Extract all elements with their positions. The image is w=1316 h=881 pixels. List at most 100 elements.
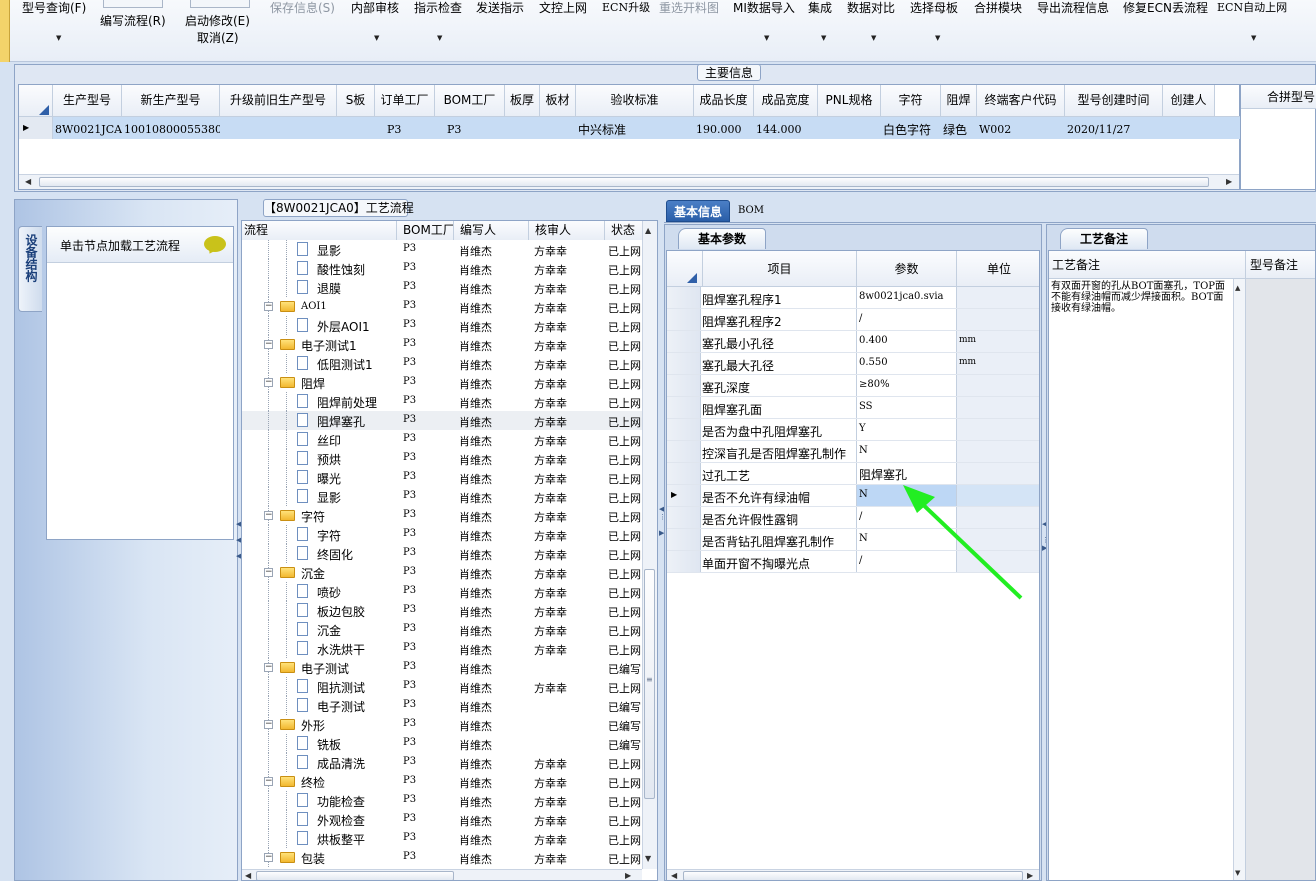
param-row[interactable]: 塞孔最大孔径 0.550 mm <box>667 353 1039 375</box>
main-col-11[interactable]: PNL规格 <box>818 85 881 116</box>
toolbar-btn-15[interactable]: 导出流程信息 <box>1037 1 1109 15</box>
flow-row[interactable]: 酸性蚀刻 P3 肖维杰 方幸幸 已上网 <box>242 259 642 278</box>
toolbar-btn-6[interactable]: 发送指示 <box>476 1 524 15</box>
flow-row[interactable]: 丝印 P3 肖维杰 方幸幸 已上网 <box>242 430 642 449</box>
flow-row[interactable]: 铣板 P3 肖维杰 已编写 <box>242 734 642 753</box>
toolbar-btn-2[interactable]: 启动修改(E) <box>185 14 250 28</box>
main-col-2[interactable]: 升级前旧生产型号 <box>220 85 337 116</box>
toolbar-btn-10[interactable]: MI数据导入 <box>733 1 795 15</box>
toolbar-btn-1[interactable]: 编写流程(R) <box>100 14 166 28</box>
process-notes-tab[interactable]: 工艺备注 <box>1060 228 1148 249</box>
flow-row[interactable]: 喷砂 P3 肖维杰 方幸幸 已上网 <box>242 582 642 601</box>
splitter-middle[interactable]: ◀ ⋮ ▶ <box>659 505 666 585</box>
main-col-16[interactable]: 创建人 <box>1163 85 1215 116</box>
process-notes-text[interactable]: 有双面开窗的孔从BOT面塞孔，TOP面不能有绿油帽而减少焊接面积。BOT面接收有… <box>1051 281 1233 314</box>
flow-col-2[interactable]: 编写人 <box>454 221 529 240</box>
main-cell-14[interactable]: W002 <box>979 123 1065 136</box>
param-row[interactable]: 阻焊塞孔程序1 8w0021jca0.svia <box>667 287 1039 309</box>
main-col-15[interactable]: 型号创建时间 <box>1065 85 1163 116</box>
collapse-toggle-icon[interactable]: − <box>264 853 273 862</box>
flow-row[interactable]: 水洗烘干 P3 肖维杰 方幸幸 已上网 <box>242 639 642 658</box>
process-flow-hscrollbar[interactable]: ◀ ▶ <box>242 869 642 880</box>
dropdown-arrow-icon[interactable]: ▼ <box>821 34 826 42</box>
dropdown-arrow-icon[interactable]: ▼ <box>56 34 61 42</box>
flow-row[interactable]: 外观检查 P3 肖维杰 方幸幸 已上网 <box>242 810 642 829</box>
flow-row[interactable]: 低阻测试1 P3 肖维杰 方幸幸 已上网 <box>242 354 642 373</box>
toolbar-btn-8[interactable]: ECN升级 <box>602 1 650 15</box>
row-indicator[interactable]: ▶ <box>667 485 701 506</box>
scroll-left-icon[interactable]: ◀ <box>245 870 251 880</box>
dropdown-arrow-icon[interactable]: ▼ <box>764 34 769 42</box>
flow-col-3[interactable]: 核审人 <box>529 221 605 240</box>
flow-row[interactable]: − 字符 P3 肖维杰 方幸幸 已上网 <box>242 506 642 525</box>
flow-row[interactable]: − 电子测试 P3 肖维杰 已编写 <box>242 658 642 677</box>
process-flow-vscrollbar[interactable]: ▲ ≡ ▼ <box>642 221 657 869</box>
main-col-7[interactable]: 板材 <box>540 85 576 116</box>
scrollbar-thumb[interactable] <box>39 177 1209 187</box>
param-value[interactable]: 8w0021jca0.svia <box>856 287 956 308</box>
basic-params-hscrollbar[interactable]: ◀ ▶ <box>667 869 1039 880</box>
flow-row[interactable]: 曝光 P3 肖维杰 方幸幸 已上网 <box>242 468 642 487</box>
toolbar-btn-3[interactable]: 保存信息(S) <box>270 1 335 15</box>
param-row[interactable]: 阻焊塞孔面 SS <box>667 397 1039 419</box>
scroll-down-icon[interactable]: ▼ <box>1235 867 1240 879</box>
row-indicator[interactable] <box>667 419 701 440</box>
flow-row[interactable]: 终固化 P3 肖维杰 方幸幸 已上网 <box>242 544 642 563</box>
toolbar-btn-12[interactable]: 数据对比 <box>847 1 895 15</box>
main-info-hscrollbar[interactable]: ◀ ▶ <box>19 174 1239 189</box>
row-indicator[interactable] <box>667 507 701 528</box>
param-row[interactable]: 过孔工艺 阻焊塞孔 <box>667 463 1039 485</box>
param-row[interactable]: 是否为盘中孔阻焊塞孔 Y <box>667 419 1039 441</box>
col-value[interactable]: 参数 <box>856 251 956 287</box>
main-cell-10[interactable]: 144.000 <box>756 123 818 136</box>
scrollbar-thumb[interactable] <box>256 871 454 880</box>
model-notes-area[interactable] <box>1245 279 1315 880</box>
param-value[interactable]: ≥80% <box>856 375 956 396</box>
param-value[interactable]: N <box>856 441 956 462</box>
toolbar-btn-11[interactable]: 集成 <box>808 1 832 15</box>
param-value[interactable]: 0.400 <box>856 331 956 352</box>
toolbar-btn-7[interactable]: 文控上网 <box>539 1 587 15</box>
main-col-1[interactable]: 新生产型号 <box>122 85 220 116</box>
toolbar-btn-17[interactable]: ECN自动上网 <box>1217 1 1287 15</box>
toolbar-btn-4[interactable]: 内部审核 <box>351 1 399 15</box>
toolbar-btn-5[interactable]: 指示检查 <box>414 1 462 15</box>
flow-row[interactable]: − 电子测试1 P3 肖维杰 方幸幸 已上网 <box>242 335 642 354</box>
flow-row[interactable]: 外层AOI1 P3 肖维杰 方幸幸 已上网 <box>242 316 642 335</box>
collapse-toggle-icon[interactable]: − <box>264 663 273 672</box>
flow-row[interactable]: − 终检 P3 肖维杰 方幸幸 已上网 <box>242 772 642 791</box>
main-col-4[interactable]: 订单工厂 <box>375 85 435 116</box>
collapse-toggle-icon[interactable]: − <box>264 511 273 520</box>
flow-col-1[interactable]: BOM工厂 <box>397 221 454 240</box>
flow-row[interactable]: − 包装 P3 肖维杰 方幸幸 已上网 <box>242 848 642 867</box>
main-col-9[interactable]: 成品长度 <box>694 85 754 116</box>
scroll-up-icon[interactable]: ▲ <box>645 225 651 237</box>
param-row[interactable]: 控深盲孔是否阻焊塞孔制作 N <box>667 441 1039 463</box>
row-indicator[interactable] <box>667 331 701 352</box>
row-indicator[interactable] <box>667 529 701 550</box>
scroll-left-icon[interactable]: ◀ <box>25 176 31 188</box>
main-col-6[interactable]: 板厚 <box>505 85 540 116</box>
collapse-toggle-icon[interactable]: − <box>264 777 273 786</box>
flow-row[interactable]: 显影 P3 肖维杰 方幸幸 已上网 <box>242 240 642 259</box>
flow-row[interactable]: 烘板整平 P3 肖维杰 方幸幸 已上网 <box>242 829 642 848</box>
dropdown-arrow-icon[interactable]: ▼ <box>437 34 442 42</box>
collapse-toggle-icon[interactable]: − <box>264 378 273 387</box>
main-cell-4[interactable]: P3 <box>387 123 445 136</box>
toolbar-btn-14[interactable]: 合拼模块 <box>974 1 1022 15</box>
flow-col-0[interactable]: 流程 <box>242 221 397 240</box>
main-cell-8[interactable]: 中兴标准 <box>578 121 694 138</box>
collapse-toggle-icon[interactable]: − <box>264 568 273 577</box>
flow-row[interactable]: 预烘 P3 肖维杰 方幸幸 已上网 <box>242 449 642 468</box>
toolbar-btn-2-secondary[interactable]: 取消(Z) <box>197 31 239 45</box>
row-indicator[interactable] <box>667 375 701 396</box>
scroll-right-icon[interactable]: ▶ <box>625 870 631 880</box>
main-cell-12[interactable]: 白色字符 <box>883 121 941 138</box>
main-cell-1[interactable]: 10010800055380 <box>124 123 220 136</box>
dropdown-arrow-icon[interactable]: ▼ <box>374 34 379 42</box>
main-col-0[interactable]: 生产型号 <box>53 85 122 116</box>
toolbar-btn-16[interactable]: 修复ECN丢流程 <box>1123 1 1208 15</box>
scroll-right-icon[interactable]: ▶ <box>1226 176 1232 188</box>
collapse-toggle-icon[interactable]: − <box>264 302 273 311</box>
main-col-12[interactable]: 字符 <box>881 85 941 116</box>
